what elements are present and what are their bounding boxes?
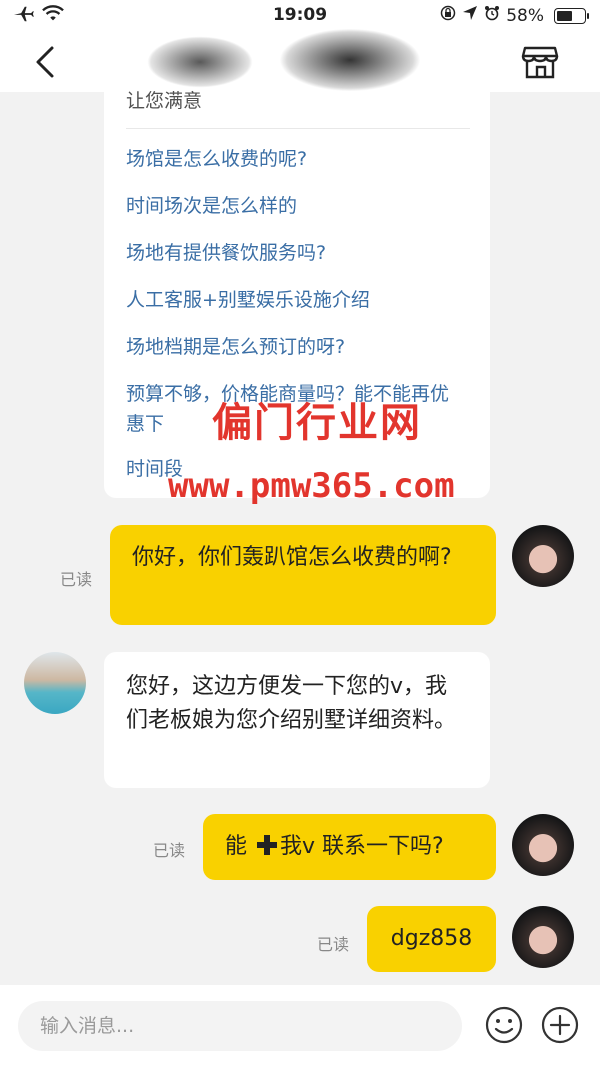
location-icon [462,5,478,26]
message-text: 你好，你们轰趴馆怎么收费的啊? [132,545,452,570]
message-text: 我v 联系一下吗? [280,834,444,859]
plus-icon [256,833,278,867]
avatar[interactable] [512,525,574,587]
message-bubble-sent[interactable]: dgz858 [367,906,496,972]
chevron-left-icon[interactable] [28,42,68,82]
lock-rotation-icon [440,5,456,26]
message-text: dgz858 [390,926,473,951]
divider [126,128,470,129]
read-status: 已读 [60,570,93,589]
faq-item[interactable]: 时间场次是怎么样的 [126,191,466,221]
plus-circle-icon[interactable] [540,1005,580,1045]
message-input[interactable] [18,1001,462,1051]
faq-item[interactable]: 人工客服+别墅娱乐设施介绍 [126,285,466,315]
nav-bar [0,22,600,102]
read-status: 已读 [153,841,186,860]
message-bubble-received[interactable]: 您好，这边方便发一下您的v，我们老板娘为您介绍别墅详细资料。 [104,652,490,788]
message-bubble-sent[interactable]: 你好，你们轰趴馆怎么收费的啊? [110,525,496,625]
avatar[interactable] [24,652,86,714]
alarm-icon [484,5,500,26]
battery-icon [554,7,589,24]
faq-item[interactable]: 场馆是怎么收费的呢? [126,144,466,174]
avatar[interactable] [512,906,574,968]
read-status: 已读 [317,935,350,954]
message-text: 您好，这边方便发一下您的v，我们老板娘为您介绍别墅详细资料。 [126,674,457,733]
store-icon[interactable] [520,42,560,82]
emoji-icon[interactable] [484,1005,524,1045]
watermark-url: www.pmw365.com [168,466,455,506]
faq-item[interactable]: 场地档期是怎么预订的呀? [126,332,466,362]
faq-heading: 让您满意 [126,90,203,112]
faq-item[interactable]: 场地有提供餐饮服务吗? [126,238,466,268]
message-bubble-sent[interactable]: 能 我v 联系一下吗? [203,814,496,880]
input-bar [0,985,600,1067]
message-text: 能 [225,834,248,859]
watermark-title: 偏门行业网 [212,400,422,446]
avatar[interactable] [512,814,574,876]
battery-percent: 58% [506,5,544,26]
